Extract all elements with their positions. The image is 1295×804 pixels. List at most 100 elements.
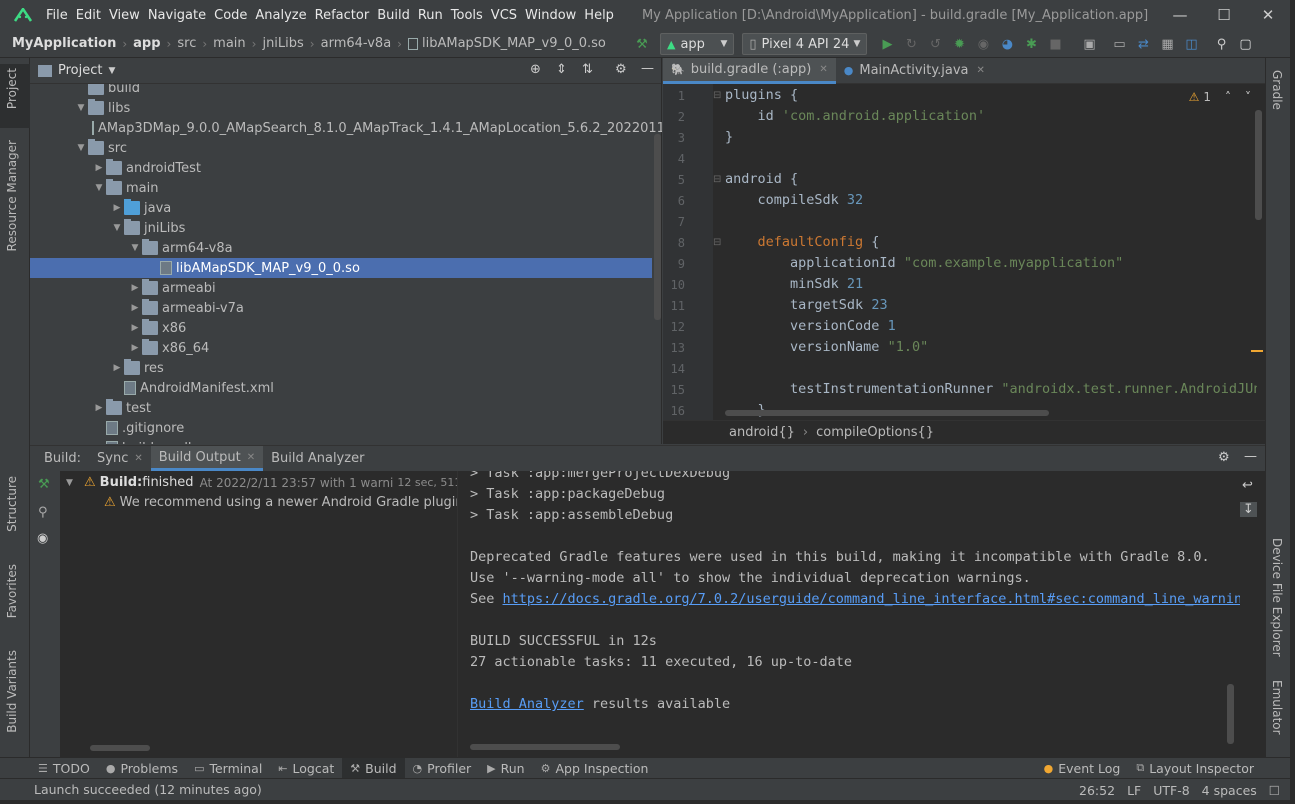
tree-item[interactable]: ▼ libs: [30, 98, 652, 118]
breadcrumb-item[interactable]: libAMapSDK_MAP_v9_0_0.so: [422, 36, 606, 51]
chevron-right-icon[interactable]: ▶: [128, 283, 142, 293]
chevron-down-icon[interactable]: ▼: [92, 183, 106, 193]
tree-item[interactable]: ▼ src: [30, 138, 652, 158]
chevron-down-icon[interactable]: ▼: [108, 66, 115, 76]
hammer-icon[interactable]: ⚒: [38, 477, 50, 492]
avd-manager-icon[interactable]: ▦: [1155, 32, 1179, 56]
editor-hscrollbar[interactable]: [725, 410, 1049, 416]
tree-item[interactable]: AndroidManifest.xml: [30, 378, 652, 398]
menu-refactor[interactable]: Refactor: [311, 8, 374, 23]
chevron-down-icon[interactable]: ▼: [110, 223, 124, 233]
run-config-select[interactable]: ▲ app ▼: [660, 33, 735, 55]
bottom-tab-todo[interactable]: ☰ TODO: [30, 758, 98, 779]
bottom-tab-logcat[interactable]: ⇤ Logcat: [270, 758, 342, 779]
console-link[interactable]: Build Analyzer: [470, 696, 584, 712]
bottom-tab-profiler[interactable]: ◔ Profiler: [405, 758, 480, 779]
gear-icon[interactable]: ⚙: [1218, 450, 1230, 465]
bottom-tab-terminal[interactable]: ▭ Terminal: [186, 758, 270, 779]
tree-item[interactable]: build: [30, 84, 652, 98]
project-view-select[interactable]: Project: [58, 63, 102, 78]
chevron-down-icon[interactable]: ▼: [74, 143, 88, 153]
chevron-down-icon[interactable]: ▼: [74, 103, 88, 113]
tab-favorites[interactable]: Favorites: [5, 564, 19, 618]
build-tab[interactable]: Build Analyzer: [263, 446, 372, 471]
apply-changes-icon[interactable]: ↺: [923, 32, 947, 56]
chevron-down-icon[interactable]: ˅: [1245, 90, 1251, 104]
breadcrumb-item[interactable]: src: [177, 36, 196, 51]
tree-item[interactable]: build.gradle: [30, 438, 652, 444]
bottom-tab-problems[interactable]: ● Problems: [98, 758, 186, 779]
close-icon[interactable]: ✕: [977, 65, 985, 76]
tab-resource-manager[interactable]: Resource Manager: [5, 140, 19, 251]
menu-build[interactable]: Build: [373, 8, 414, 23]
tree-item[interactable]: AMap3DMap_9.0.0_AMapSearch_8.1.0_AMapTra…: [30, 118, 662, 138]
breadcrumb-item[interactable]: main: [213, 36, 245, 51]
breadcrumb-item[interactable]: app: [133, 36, 160, 51]
close-icon[interactable]: ✕: [134, 453, 142, 464]
tree-item[interactable]: ▶ res: [30, 358, 652, 378]
tab-project[interactable]: Project: [5, 68, 19, 109]
breadcrumb-item[interactable]: arm64-v8a: [321, 36, 392, 51]
caret-position[interactable]: 26:52: [1079, 783, 1115, 798]
inspection-widget[interactable]: ⚠ 1 ˄ ˅: [1189, 90, 1251, 104]
console-scrollbar[interactable]: [1227, 684, 1234, 744]
menu-analyze[interactable]: Analyze: [251, 8, 310, 23]
profile-icon[interactable]: ◕: [995, 32, 1019, 56]
bottom-tab-run[interactable]: ▶ Run: [479, 758, 532, 779]
editor-tab[interactable]: ● MainActivity.java ✕: [836, 58, 993, 84]
tree-item[interactable]: ▶ x86: [30, 318, 652, 338]
tab-build-variants[interactable]: Build Variants: [5, 650, 19, 733]
tab-device-file-explorer[interactable]: Device File Explorer: [1270, 538, 1284, 657]
expand-all-icon[interactable]: ⇕: [556, 62, 567, 77]
chevron-up-icon[interactable]: ˄: [1225, 90, 1231, 104]
chevron-right-icon[interactable]: ▶: [92, 163, 106, 173]
search-icon[interactable]: ⚲: [1209, 32, 1233, 56]
editor-breadcrumb-item[interactable]: android{}: [729, 425, 795, 440]
locate-icon[interactable]: ⊕: [530, 62, 541, 77]
menu-window[interactable]: Window: [521, 8, 580, 23]
build-warning-row[interactable]: ⚠ We recommend using a newer Android Gra…: [104, 495, 457, 510]
build-tree-hscrollbar[interactable]: [90, 745, 150, 751]
status-message[interactable]: Launch succeeded (12 minutes ago): [34, 782, 262, 797]
attach-process-icon[interactable]: ✱: [1019, 32, 1043, 56]
file-encoding[interactable]: UTF-8: [1153, 783, 1189, 798]
fold-icon[interactable]: ⊟: [713, 237, 721, 248]
chevron-right-icon[interactable]: ▶: [128, 343, 142, 353]
chevron-right-icon[interactable]: ▶: [110, 203, 124, 213]
editor-tab[interactable]: 🐘 build.gradle (:app) ✕: [663, 57, 836, 84]
maximize-icon[interactable]: ☐: [1202, 0, 1246, 30]
indent-setting[interactable]: 4 spaces: [1202, 783, 1257, 798]
breadcrumb-item[interactable]: jniLibs: [262, 36, 303, 51]
tree-item[interactable]: ▼ jniLibs: [30, 218, 652, 238]
tree-item[interactable]: ▶ androidTest: [30, 158, 652, 178]
tree-item[interactable]: ▶ java: [30, 198, 652, 218]
bottom-tab-app-inspection[interactable]: ⚙ App Inspection: [533, 758, 657, 779]
menu-file[interactable]: File: [42, 8, 72, 23]
build-status-row[interactable]: ▼ ⚠ Build: finished At 2022/2/11 23:57 w…: [66, 475, 457, 490]
build-tab[interactable]: Sync ✕: [89, 446, 151, 471]
close-icon[interactable]: ✕: [1246, 0, 1290, 30]
bottom-tab-layout-inspector[interactable]: ⧉ Layout Inspector: [1128, 758, 1262, 779]
menu-navigate[interactable]: Navigate: [144, 8, 210, 23]
gear-icon[interactable]: ⚙: [615, 62, 627, 77]
settings-sync-icon[interactable]: ▢: [1233, 32, 1257, 56]
tree-item[interactable]: ▶ x86_64: [30, 338, 652, 358]
build-console[interactable]: > Task :app:mergeProjectDexDebug > Task :…: [470, 471, 1240, 758]
fold-icon[interactable]: ⊟: [713, 90, 721, 101]
chevron-right-icon[interactable]: ▶: [128, 323, 142, 333]
debug-icon[interactable]: ✹: [947, 32, 971, 56]
run-icon[interactable]: ▶: [875, 32, 899, 56]
build-tab[interactable]: Build Output ✕: [150, 446, 264, 471]
chevron-right-icon[interactable]: ▶: [110, 363, 124, 373]
hammer-icon[interactable]: ⚒: [630, 32, 654, 56]
tree-item[interactable]: ▶ armeabi-v7a: [30, 298, 652, 318]
bottom-tab-event-log[interactable]: ● Event Log: [1036, 758, 1129, 779]
project-scrollbar[interactable]: [654, 134, 661, 320]
chevron-right-icon[interactable]: ▶: [128, 303, 142, 313]
menu-code[interactable]: Code: [210, 8, 251, 23]
sync-project-icon[interactable]: ▣: [1077, 32, 1101, 56]
tree-item[interactable]: libAMapSDK_MAP_v9_0_0.so: [30, 258, 652, 278]
device-select[interactable]: ▯ Pixel 4 API 24 ▼: [742, 33, 868, 55]
chevron-right-icon[interactable]: ▶: [92, 403, 106, 413]
hide-icon[interactable]: —: [641, 61, 654, 76]
